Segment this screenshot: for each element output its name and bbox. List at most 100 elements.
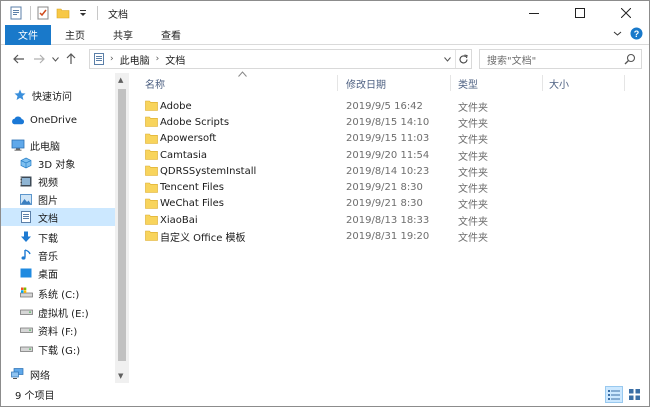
file-row[interactable]: QDRSSystemInstall 2019/8/14 10:23 文件夹 — [143, 163, 631, 179]
file-row[interactable]: Apowersoft 2019/9/15 11:03 文件夹 — [143, 131, 631, 147]
folder-icon — [145, 133, 158, 147]
search-placeholder: 搜索"文档" — [487, 55, 537, 67]
file-name: WeChat Files — [160, 198, 224, 210]
sidebar-item-documents[interactable]: 文档 — [1, 208, 115, 226]
sidebar-item-desktop[interactable]: 桌面 — [1, 264, 115, 282]
search-input[interactable]: 搜索"文档" — [479, 49, 642, 69]
explorer-window: 文档 文件 主页 共享 查看 ? › 此电脑 › 文档 搜索"文档" 快速访问 … — [0, 0, 650, 407]
tab-share[interactable]: 共享 — [99, 25, 147, 45]
sidebar-item-label: 资料 (F:) — [38, 326, 78, 338]
sidebar-item-label: 此电脑 — [30, 141, 60, 153]
large-icons-view-button[interactable] — [625, 386, 643, 403]
tab-home[interactable]: 主页 — [51, 25, 99, 45]
sidebar-item-pictures[interactable]: 图片 — [1, 190, 115, 208]
file-row[interactable]: Camtasia 2019/9/20 11:54 文件夹 — [143, 147, 631, 163]
file-date: 2019/9/21 8:30 — [346, 198, 423, 210]
scrollbar-thumb[interactable] — [118, 89, 126, 361]
breadcrumb-separator-icon[interactable]: › — [156, 54, 160, 64]
help-icon[interactable]: ? — [630, 27, 643, 43]
breadcrumb-documents[interactable]: 文档 — [165, 52, 185, 67]
forward-button[interactable] — [29, 49, 49, 69]
scroll-up-arrow-icon[interactable]: ▲ — [118, 76, 123, 84]
file-date: 2019/8/13 18:33 — [346, 214, 430, 226]
column-header-date-modified[interactable]: 修改日期 — [346, 73, 386, 93]
address-bar[interactable]: › 此电脑 › 文档 — [89, 49, 472, 69]
tab-file[interactable]: 文件 — [5, 24, 51, 45]
pc-icon — [11, 138, 25, 152]
file-row[interactable]: WeChat Files 2019/9/21 8:30 文件夹 — [143, 196, 631, 212]
sidebar-item-drive-e[interactable]: 虚拟机 (E:) — [1, 303, 115, 321]
minimize-button[interactable] — [511, 1, 557, 25]
file-row[interactable]: Adobe 2019/9/5 16:42 文件夹 — [143, 98, 631, 114]
sidebar-item-label: 桌面 — [38, 269, 58, 281]
sidebar-item-label: 系统 (C:) — [38, 289, 80, 301]
sidebar-item-3d-objects[interactable]: 3D 对象 — [1, 154, 115, 172]
sidebar-item-downloads[interactable]: 下载 — [1, 228, 115, 246]
scroll-down-arrow-icon[interactable]: ▼ — [118, 372, 123, 380]
refresh-icon[interactable] — [455, 50, 471, 68]
back-button[interactable] — [9, 49, 29, 69]
desktop-icon — [19, 266, 33, 280]
sort-ascending-icon — [238, 70, 247, 79]
column-header-size[interactable]: 大小 — [549, 73, 569, 93]
file-name: Adobe Scripts — [160, 116, 230, 128]
ribbon-right-controls: ? — [613, 25, 643, 45]
maximize-button[interactable] — [557, 1, 603, 25]
folder-icon — [145, 214, 158, 228]
up-button[interactable] — [61, 49, 81, 69]
column-header-name[interactable]: 名称 — [145, 73, 165, 93]
folder-icon — [145, 198, 158, 212]
address-history-chevron-icon[interactable] — [439, 50, 455, 68]
file-type: 文件夹 — [458, 151, 488, 163]
file-name: XiaoBai — [160, 214, 198, 226]
navigation-pane-scrollbar[interactable]: ▲ ▼ — [115, 73, 129, 383]
sidebar-item-drive-g[interactable]: 下载 (G:) — [1, 340, 115, 358]
file-row[interactable]: Tencent Files 2019/9/21 8:30 文件夹 — [143, 180, 631, 196]
file-row[interactable]: 自定义 Office 模板 2019/8/31 19:20 文件夹 — [143, 228, 631, 244]
file-name: QDRSSystemInstall — [160, 165, 257, 177]
new-folder-icon[interactable] — [55, 5, 71, 21]
file-date: 2019/8/14 10:23 — [346, 165, 430, 177]
column-divider[interactable] — [624, 75, 625, 91]
file-date: 2019/9/21 8:30 — [346, 182, 423, 194]
breadcrumb-this-pc[interactable]: 此电脑 — [120, 52, 150, 67]
large-icons-view-icon — [628, 389, 640, 400]
file-type: 文件夹 — [458, 216, 488, 228]
expand-ribbon-chevron-icon[interactable] — [613, 29, 622, 41]
customize-toolbar-dropdown-icon[interactable] — [75, 5, 91, 21]
sidebar-item-onedrive[interactable]: OneDrive — [1, 111, 115, 129]
sidebar-item-music[interactable]: 音乐 — [1, 246, 115, 264]
file-row[interactable]: Adobe Scripts 2019/8/15 14:10 文件夹 — [143, 114, 631, 130]
column-header-type[interactable]: 类型 — [458, 73, 478, 93]
cloud-icon — [11, 113, 25, 127]
breadcrumb-separator-icon[interactable]: › — [110, 54, 114, 64]
column-divider[interactable] — [450, 75, 451, 91]
file-name: Tencent Files — [160, 182, 224, 194]
details-view-button[interactable] — [605, 386, 623, 403]
star-icon — [13, 88, 27, 102]
properties-icon[interactable] — [35, 5, 51, 21]
address-document-icon — [94, 53, 104, 65]
network-icon — [11, 367, 25, 381]
file-row[interactable]: XiaoBai 2019/8/13 18:33 文件夹 — [143, 212, 631, 228]
explorer-app-icon[interactable] — [8, 5, 24, 21]
column-divider[interactable] — [542, 75, 543, 91]
search-icon[interactable] — [624, 53, 636, 68]
file-name: Apowersoft — [160, 133, 217, 145]
column-divider[interactable] — [337, 75, 338, 91]
sidebar-item-quick-access[interactable]: 快速访问 — [1, 86, 115, 104]
recent-locations-button[interactable] — [49, 49, 61, 69]
window-title: 文档 — [108, 9, 128, 21]
sidebar-item-videos[interactable]: 视频 — [1, 172, 115, 190]
sidebar-item-drive-f[interactable]: 资料 (F:) — [1, 321, 115, 339]
sidebar-item-label: 虚拟机 (E:) — [38, 308, 89, 320]
quick-access-toolbar — [1, 1, 102, 25]
sidebar-item-label: OneDrive — [30, 114, 78, 126]
video-icon — [19, 174, 33, 188]
sidebar-item-this-pc[interactable]: 此电脑 — [1, 136, 115, 154]
sidebar-item-network[interactable]: 网络 — [1, 365, 115, 383]
tab-view[interactable]: 查看 — [147, 25, 195, 45]
sidebar-item-drive-c[interactable]: 系统 (C:) — [1, 284, 115, 302]
close-button[interactable] — [603, 1, 649, 25]
status-bar: 9 个项目 — [1, 383, 649, 406]
